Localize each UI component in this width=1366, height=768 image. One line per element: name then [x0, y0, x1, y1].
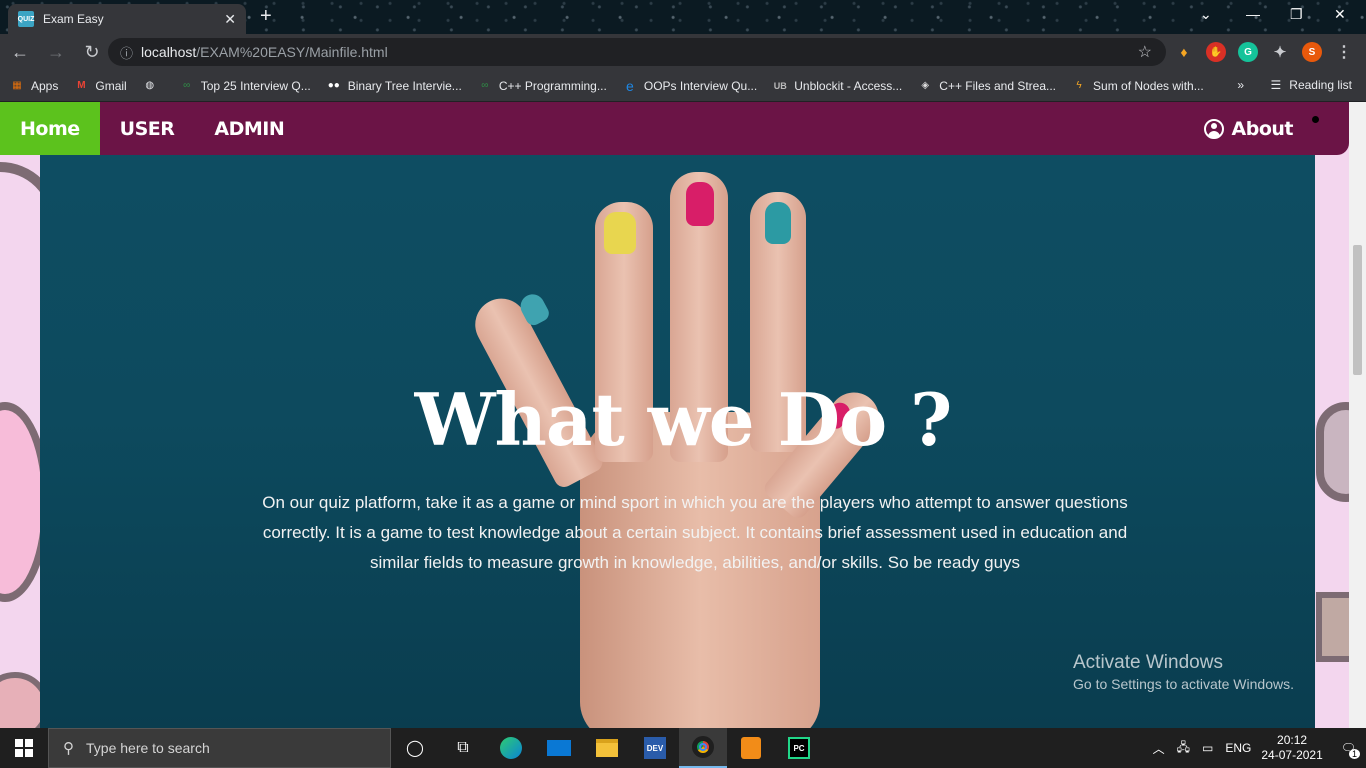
cortana-icon[interactable]: ◯ [391, 728, 439, 768]
forward-icon[interactable]: → [40, 42, 72, 63]
edureka-icon: e [625, 77, 634, 94]
intro-paragraph: On our quiz platform, take it as a game … [262, 493, 1128, 572]
globe-icon: ◍ [145, 80, 155, 91]
bookmark-apps[interactable]: ▦ Apps [10, 79, 58, 93]
profile-menu-icon[interactable]: ⌄ [1200, 6, 1212, 23]
apps-grid-icon: ▦ [12, 80, 22, 91]
bolt-icon: ϟ [1076, 80, 1082, 91]
more-bookmarks-icon[interactable]: » [1237, 78, 1244, 92]
extensions-puzzle-icon[interactable]: ✦ [1270, 42, 1290, 62]
nav-admin[interactable]: ADMIN [194, 102, 304, 155]
site-navbar: Home USER ADMIN About [0, 102, 1349, 155]
medium-icon: ●● [327, 80, 340, 91]
lightbulb-extension-icon[interactable]: ♦ [1174, 42, 1194, 62]
windows-taskbar: ⚲ Type here to search ◯ ⧉ DEV PC ︿ 🖧 ▭ E… [0, 728, 1366, 768]
system-tray: ︿ 🖧 ▭ ENG 20:12 24-07-2021 🗨 1 [1153, 728, 1366, 768]
browser-toolbar: ← → ↻ ⓘ localhost/EXAM%20EASY/Mainfile.h… [0, 34, 1366, 70]
browser-titlebar: QUIZ Exam Easy ✕ + ⌄ — ❐ ✕ [0, 0, 1366, 34]
status-dot [1312, 116, 1319, 123]
page-scrollbar[interactable] [1349, 102, 1366, 728]
maximize-icon[interactable]: ❐ [1290, 6, 1303, 23]
bookmarks-bar: ▦ Apps M Gmail ◍ ∞ Top 25 Interview Q... ●●… [0, 70, 1366, 102]
page-viewport: Home USER ADMIN About What we Do ? On ou… [0, 102, 1366, 728]
close-window-icon[interactable]: ✕ [1334, 6, 1346, 23]
unblockit-icon: UB [773, 80, 787, 91]
bookmark-gfg-interview[interactable]: ∞ Top 25 Interview Q... [180, 79, 311, 93]
language-indicator[interactable]: ENG [1225, 741, 1251, 755]
quiz-favicon-icon: QUIZ [18, 11, 34, 27]
mail-icon[interactable] [535, 728, 583, 768]
grammarly-extension-icon[interactable]: G [1238, 42, 1258, 62]
browser-tab[interactable]: QUIZ Exam Easy ✕ [8, 4, 246, 34]
bookmark-sum-of-nodes[interactable]: ϟ Sum of Nodes with... [1072, 79, 1203, 93]
task-view-icon[interactable]: ⧉ [439, 728, 487, 768]
sublime-text-icon[interactable] [727, 728, 775, 768]
browser-menu-icon[interactable]: ⋮ [1334, 42, 1354, 62]
nav-about[interactable]: About [1203, 102, 1294, 155]
reading-list-button[interactable]: ☰ Reading list [1271, 78, 1352, 92]
page-title: What we Do ? [414, 377, 953, 462]
windows-activation-watermark: Activate Windows Go to Settings to activ… [1073, 652, 1294, 692]
gfg-icon: ∞ [183, 80, 191, 91]
reload-icon[interactable]: ↻ [76, 42, 108, 63]
scrollbar-thumb[interactable] [1353, 245, 1362, 375]
edge-icon[interactable] [487, 728, 535, 768]
reading-list-icon: ☰ [1270, 78, 1282, 92]
windows-start-icon[interactable] [0, 728, 48, 768]
devcpp-icon[interactable]: DEV [631, 728, 679, 768]
bookmark-globe[interactable]: ◍ [143, 79, 164, 93]
bookmark-unblockit[interactable]: UB Unblockit - Access... [773, 79, 903, 93]
bookmark-oops-interview[interactable]: e OOPs Interview Qu... [623, 77, 757, 94]
chrome-icon[interactable] [679, 728, 727, 768]
bookmark-cpp-programming[interactable]: ∞ C++ Programming... [478, 79, 607, 93]
url-host: localhost [141, 44, 197, 60]
file-explorer-icon[interactable] [583, 728, 631, 768]
tutorialspoint-icon: ◈ [921, 80, 930, 91]
bookmark-binary-tree[interactable]: ●● Binary Tree Intervie... [327, 79, 462, 93]
back-icon[interactable]: ← [4, 42, 36, 63]
taskbar-clock[interactable]: 20:12 24-07-2021 [1261, 733, 1322, 763]
search-icon: ⚲ [63, 740, 74, 757]
bookmark-star-icon[interactable]: ☆ [1138, 42, 1152, 62]
battery-icon[interactable]: ▭ [1202, 741, 1213, 755]
gmail-icon: M [77, 80, 86, 91]
bookmark-cpp-files[interactable]: ◈ C++ Files and Strea... [918, 79, 1056, 93]
nav-home[interactable]: Home [0, 102, 100, 155]
close-tab-icon[interactable]: ✕ [224, 11, 236, 28]
pycharm-icon[interactable]: PC [775, 728, 823, 768]
user-circle-icon [1203, 118, 1224, 139]
adblock-extension-icon[interactable]: ✋ [1206, 42, 1226, 62]
tab-title: Exam Easy [43, 12, 104, 26]
taskbar-search-input[interactable]: ⚲ Type here to search [48, 728, 391, 768]
chevron-up-icon[interactable]: ︿ [1153, 740, 1165, 757]
bookmark-gmail[interactable]: M Gmail [74, 79, 127, 93]
network-icon[interactable]: 🖧 [1177, 738, 1190, 759]
info-icon[interactable]: ⓘ [120, 43, 133, 62]
url-path: /EXAM%20EASY/Mainfile.html [196, 44, 388, 60]
new-tab-icon[interactable]: + [260, 5, 272, 28]
nav-user[interactable]: USER [100, 102, 195, 155]
notification-icon[interactable]: 🗨 1 [1341, 741, 1360, 759]
gfg-icon: ∞ [481, 80, 489, 91]
address-bar[interactable]: ⓘ localhost/EXAM%20EASY/Mainfile.html ☆ [108, 38, 1166, 66]
profile-avatar[interactable]: S [1302, 42, 1322, 62]
minimize-icon[interactable]: — [1246, 6, 1260, 22]
